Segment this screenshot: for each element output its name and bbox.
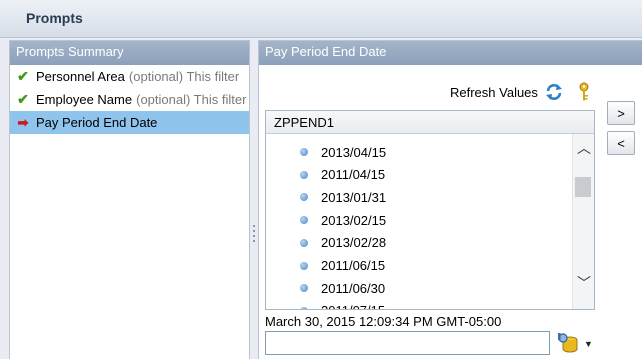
bullet-icon — [300, 216, 308, 225]
prompts-summary-panel: Prompts Summary ✔ Personnel Area (option… — [9, 40, 250, 359]
values-list-scrollbar[interactable]: ︿ ﹀ — [572, 134, 594, 309]
last-refresh-timestamp: March 30, 2015 12:09:34 PM GMT-05:00 — [265, 314, 502, 329]
refresh-icon[interactable] — [544, 82, 564, 102]
value-list-item[interactable]: 2011/06/30 — [266, 277, 385, 299]
prompts-summary-header: Prompts Summary — [10, 41, 249, 65]
remove-value-button[interactable]: < — [607, 131, 635, 155]
value-label: 2013/04/15 — [321, 144, 387, 160]
value-list-item[interactable]: 2013/04/15 — [266, 141, 386, 163]
summary-item-hint: (optional) This filter — [136, 92, 247, 107]
value-label: 2013/02/15 — [321, 212, 387, 228]
summary-item-title: Pay Period End Date — [36, 115, 158, 130]
bullet-icon — [300, 238, 308, 247]
bullet-icon — [300, 284, 308, 293]
value-list-item[interactable]: 2013/02/15 — [266, 209, 386, 231]
value-label: 2011/06/30 — [321, 280, 386, 296]
values-list-header: ZPPEND1 — [266, 111, 594, 134]
value-list-item[interactable]: 2011/04/15 — [266, 164, 385, 186]
scroll-down-icon[interactable]: ﹀ — [576, 275, 592, 291]
value-input[interactable] — [265, 331, 550, 355]
value-label: 2011/07/15 — [321, 303, 385, 309]
value-label: 2013/02/28 — [321, 235, 387, 251]
value-list-item[interactable]: 2013/01/31 — [266, 186, 386, 208]
prompt-detail-header: Pay Period End Date — [259, 41, 642, 65]
dialog-title: Prompts — [26, 10, 83, 26]
summary-item-hint: (optional) This filter — [128, 69, 240, 84]
check-icon: ✔ — [17, 91, 29, 107]
summary-item-title: Employee Name — [36, 92, 133, 107]
value-label: 2013/01/31 — [321, 189, 387, 205]
scrollbar-thumb[interactable] — [575, 177, 591, 197]
value-list-item[interactable]: 2011/07/15 — [266, 300, 385, 309]
bullet-icon — [300, 193, 308, 202]
summary-item-title: Personnel Area — [36, 69, 125, 84]
panel-splitter-handle[interactable] — [251, 222, 257, 252]
database-search-icon[interactable] — [556, 332, 580, 354]
key-icon[interactable] — [576, 82, 592, 102]
refresh-values-link[interactable]: Refresh Values — [450, 85, 538, 100]
summary-item-pay-period-end-date[interactable]: ➡ Pay Period End Date — [10, 111, 249, 134]
value-list-item[interactable]: 2011/06/15 — [266, 255, 385, 277]
arrow-right-icon: ➡ — [17, 114, 29, 130]
summary-item-employee-name[interactable]: ✔ Employee Name (optional) This filter — [10, 88, 249, 111]
summary-item-personnel-area[interactable]: ✔ Personnel Area (optional) This filter — [10, 65, 249, 88]
value-list-item[interactable]: 2013/02/28 — [266, 232, 386, 254]
bullet-icon — [300, 261, 308, 270]
chevron-down-icon[interactable]: ▼ — [584, 339, 593, 349]
value-label: 2011/04/15 — [321, 167, 386, 183]
scroll-up-icon[interactable]: ︿ — [576, 140, 592, 156]
values-list: ZPPEND1 2013/04/15 2011/04/15 2013/01/31 20… — [265, 110, 595, 310]
bullet-icon — [300, 148, 308, 156]
check-icon: ✔ — [17, 68, 29, 84]
bullet-icon — [300, 170, 308, 179]
bullet-icon — [300, 306, 308, 309]
add-value-button[interactable]: > — [607, 101, 635, 125]
value-label: 2011/06/15 — [321, 258, 386, 273]
dialog-title-bar: Prompts — [0, 0, 642, 38]
